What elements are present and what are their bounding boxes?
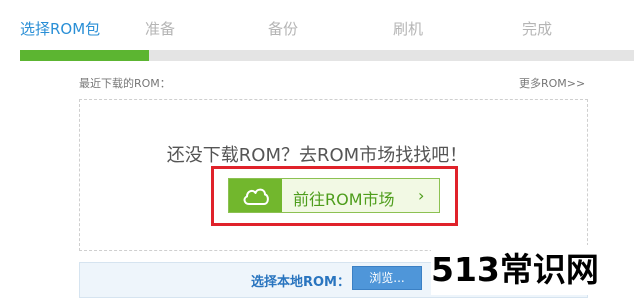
step-flash: 刷机 bbox=[393, 20, 424, 38]
rom-market-label: 前往ROM市场 bbox=[293, 190, 395, 209]
wizard-steps: 选择ROM包 准备 备份 刷机 完成 bbox=[0, 0, 634, 40]
rom-market-button[interactable]: 前往ROM市场 › bbox=[228, 178, 440, 213]
recent-rom-label: 最近下载的ROM： bbox=[79, 77, 171, 90]
browse-button[interactable]: 浏览... bbox=[352, 266, 422, 290]
step-finish: 完成 bbox=[522, 20, 553, 38]
local-rom-label: 选择本地ROM： bbox=[251, 275, 350, 290]
chevron-right-icon: › bbox=[418, 186, 425, 205]
progress-fill bbox=[20, 50, 149, 61]
progress-bar bbox=[20, 50, 634, 61]
empty-state-message: 还没下载ROM？去ROM市场找找吧！ bbox=[166, 145, 468, 166]
more-rom-link[interactable]: 更多ROM>> bbox=[519, 75, 585, 91]
step-select-rom: 选择ROM包 bbox=[20, 20, 101, 38]
step-prepare: 准备 bbox=[145, 20, 176, 38]
cloud-icon-box bbox=[229, 179, 282, 212]
cloud-icon bbox=[243, 188, 269, 205]
step-backup: 备份 bbox=[268, 20, 299, 38]
watermark: 513常识网 bbox=[431, 245, 631, 295]
